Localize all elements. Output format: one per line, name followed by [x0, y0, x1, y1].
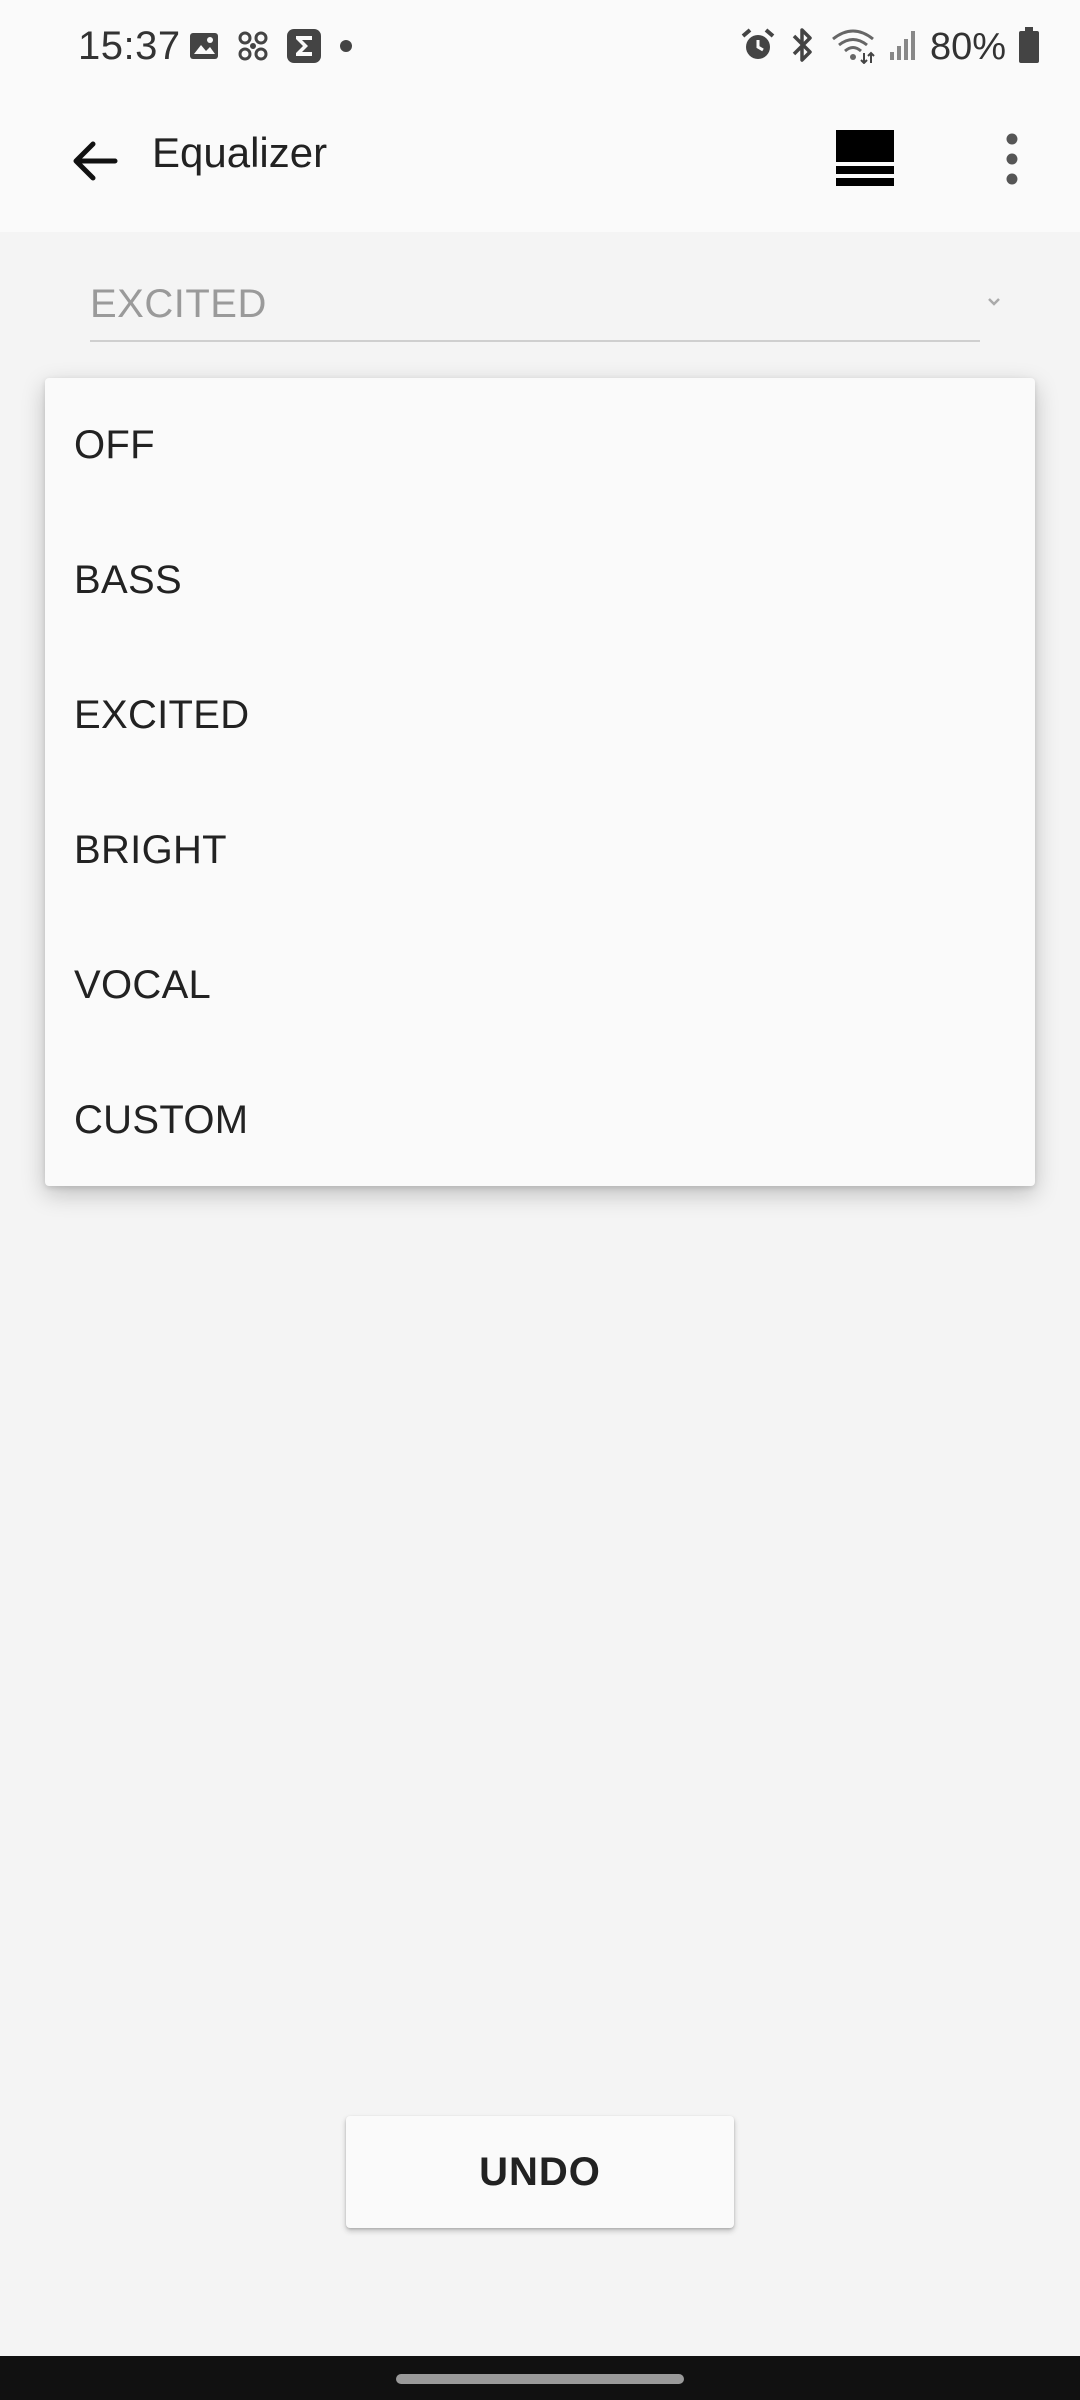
wifi-icon: [830, 26, 876, 69]
preset-option-off[interactable]: OFF: [45, 378, 1035, 513]
signal-icon: [888, 28, 918, 67]
more-options-button[interactable]: [972, 121, 1052, 201]
preset-select-value: EXCITED: [90, 282, 267, 326]
chevron-down-icon: [980, 290, 1008, 317]
gallery-icon: [188, 30, 220, 67]
dot-icon: [338, 38, 354, 59]
app-bar: Equalizer: [0, 95, 1080, 232]
fan-icon: [236, 29, 270, 68]
alarm-icon: [740, 27, 776, 68]
preset-option-custom[interactable]: CUSTOM: [45, 1053, 1035, 1188]
preset-option-excited[interactable]: EXCITED: [45, 648, 1035, 783]
preset-option-vocal[interactable]: VOCAL: [45, 918, 1035, 1053]
home-handle[interactable]: [396, 2374, 684, 2384]
preset-option-bass[interactable]: BASS: [45, 513, 1035, 648]
status-left-icons: [188, 26, 354, 70]
more-vert-icon: [1002, 133, 1022, 190]
preset-dropdown-menu: OFF BASS EXCITED BRIGHT VOCAL CUSTOM: [45, 378, 1035, 1186]
bluetooth-icon: [788, 26, 818, 69]
preset-bars-icon: [836, 129, 894, 193]
battery-percent: 80%: [929, 25, 1006, 68]
sigma-app-icon: [286, 28, 322, 69]
battery-icon: [1018, 26, 1040, 69]
preset-button[interactable]: [825, 121, 905, 201]
preset-option-bright[interactable]: BRIGHT: [45, 783, 1035, 918]
status-right-icons: 80%: [740, 22, 1040, 72]
preset-select[interactable]: EXCITED: [90, 276, 1010, 342]
arrow-back-icon: [69, 135, 121, 192]
back-button[interactable]: [55, 123, 135, 203]
status-bar: 15:37 80%: [0, 0, 1080, 95]
undo-button[interactable]: UNDO: [346, 2116, 734, 2228]
status-time: 15:37: [78, 24, 181, 68]
select-underline: [90, 340, 980, 342]
page-title: Equalizer: [152, 129, 328, 176]
